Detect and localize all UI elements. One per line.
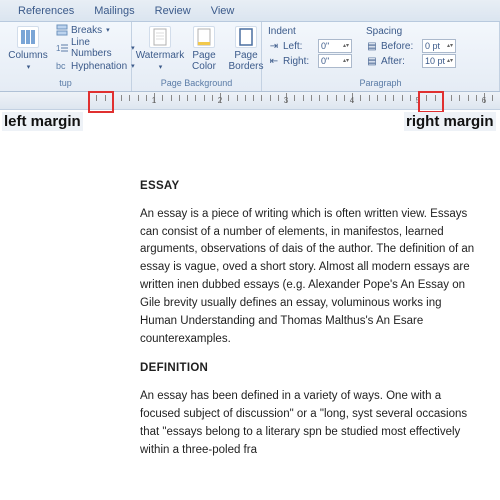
- left-margin-highlight: [88, 91, 114, 113]
- spinner-icon[interactable]: ▴▾: [343, 59, 349, 64]
- ribbon-tabs: References Mailings Review View: [0, 0, 500, 22]
- spacing-after-stepper[interactable]: ▤ After: 10 pt▴▾: [366, 54, 456, 68]
- group-page-background: Watermark ▾ Page Color Page Borders Page …: [132, 22, 262, 91]
- watermark-button[interactable]: Watermark ▾: [138, 24, 182, 73]
- page-borders-icon: [235, 26, 257, 48]
- columns-icon: [17, 26, 39, 48]
- spinner-icon[interactable]: ▴▾: [343, 44, 349, 49]
- page-color-icon: [193, 26, 215, 48]
- right-margin-annotation: right margin: [404, 112, 496, 131]
- page-color-button[interactable]: Page Color: [186, 24, 222, 74]
- heading-essay: ESSAY: [140, 178, 480, 196]
- group-pagebg-title: Page Background: [138, 77, 255, 89]
- spacing-before-label: Before:: [381, 41, 419, 52]
- indent-right-value: 0": [321, 56, 329, 66]
- page-borders-button[interactable]: Page Borders: [226, 24, 266, 74]
- spacing-after-label: After:: [381, 56, 419, 67]
- group-page-setup: Columns ▾ Breaks ▾ 1 Line Numbers ▾ bc Hyp…: [0, 22, 132, 91]
- indent-left-label: Left:: [283, 41, 315, 52]
- left-margin-annotation: left margin: [2, 112, 83, 131]
- spacing-before-icon: ▤: [366, 40, 378, 52]
- spacing-after-icon: ▤: [366, 55, 378, 67]
- line-numbers-button[interactable]: 1 Line Numbers▾: [54, 37, 137, 59]
- breaks-label: Breaks: [71, 25, 102, 36]
- right-margin-highlight: [418, 91, 444, 113]
- heading-definition: DEFINITION: [140, 360, 480, 378]
- chevron-down-icon: ▾: [27, 63, 31, 71]
- columns-button[interactable]: Columns ▾: [6, 24, 50, 73]
- spacing-header: Spacing: [366, 26, 456, 37]
- group-paragraph: Indent ⇥ Left: 0" ▴▾ ⇤ Right: 0" ▴▾ Spacin…: [262, 22, 500, 91]
- indent-right-label: Right:: [283, 56, 315, 67]
- spinner-icon[interactable]: ▴▾: [447, 59, 453, 64]
- indent-right-stepper[interactable]: ⇤ Right: 0" ▴▾: [268, 54, 352, 68]
- tab-review[interactable]: Review: [145, 2, 201, 20]
- hyphenation-label: Hyphenation: [71, 61, 127, 72]
- page-borders-label: Page Borders: [229, 50, 264, 72]
- paragraph-1: An essay is a piece of writing which is …: [140, 206, 480, 349]
- hyphenation-button[interactable]: bc Hyphenation▾: [54, 60, 137, 72]
- paragraph-2: An essay has been defined in a variety o…: [140, 388, 480, 459]
- svg-text:bc: bc: [56, 61, 66, 71]
- breaks-button[interactable]: Breaks ▾: [54, 24, 137, 36]
- spacing-after-value: 10 pt: [425, 56, 445, 66]
- line-numbers-label: Line Numbers: [71, 37, 127, 59]
- line-numbers-icon: 1: [56, 42, 68, 54]
- spinner-icon[interactable]: ▴▾: [447, 44, 453, 49]
- indent-right-icon: ⇤: [268, 55, 280, 67]
- ruler-area: 123456 left margin right margin: [0, 92, 500, 122]
- tab-mailings[interactable]: Mailings: [84, 2, 144, 20]
- indent-left-stepper[interactable]: ⇥ Left: 0" ▴▾: [268, 39, 352, 53]
- ribbon: Columns ▾ Breaks▾ 1 Line Numbers▾ bc Hyp…: [0, 22, 500, 92]
- page-color-label: Page Color: [192, 50, 216, 72]
- document-content[interactable]: ESSAY An essay is a piece of writing whi…: [140, 178, 480, 459]
- svg-text:1: 1: [56, 44, 61, 53]
- watermark-label: Watermark: [136, 50, 185, 61]
- columns-label: Columns: [8, 50, 47, 61]
- group-setup-title: tup: [6, 77, 125, 89]
- chevron-down-icon: ▾: [106, 26, 110, 34]
- spacing-before-stepper[interactable]: ▤ Before: 0 pt ▴▾: [366, 39, 456, 53]
- breaks-icon: [56, 24, 68, 36]
- chevron-down-icon: ▾: [159, 63, 163, 71]
- document-area: ESSAY An essay is a piece of writing whi…: [0, 122, 500, 459]
- indent-header: Indent: [268, 26, 352, 37]
- group-paragraph-title: Paragraph: [268, 77, 493, 89]
- indent-left-value: 0": [321, 41, 329, 51]
- tab-view[interactable]: View: [201, 2, 245, 20]
- watermark-icon: [149, 26, 171, 48]
- indent-left-icon: ⇥: [268, 40, 280, 52]
- hyphenation-icon: bc: [56, 60, 68, 72]
- spacing-before-value: 0 pt: [425, 41, 440, 51]
- tab-references[interactable]: References: [8, 2, 84, 20]
